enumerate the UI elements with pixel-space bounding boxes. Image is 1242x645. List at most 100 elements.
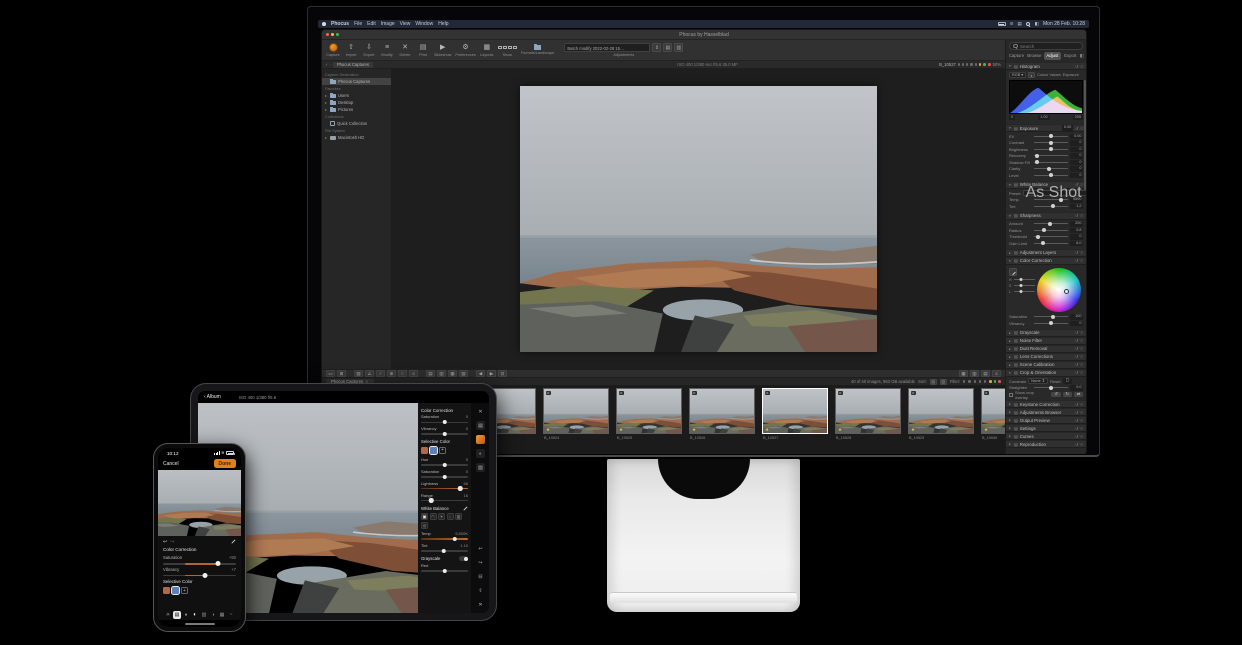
sort-desc-icon[interactable]: ▥: [940, 379, 947, 385]
menu-edit[interactable]: Edit: [367, 21, 376, 27]
sidebar-item-pictures[interactable]: ▸Pictures: [322, 106, 391, 113]
delete-icon[interactable]: ✕: [476, 600, 485, 609]
sidebar-item-users[interactable]: ▸Users: [322, 92, 391, 99]
star-icon[interactable]: ★: [619, 428, 623, 432]
slider-knob[interactable]: [215, 561, 220, 566]
slider-knob[interactable]: [1049, 173, 1053, 177]
ipad-slider-saturation[interactable]: Saturation0: [421, 414, 468, 423]
section-menu-icon[interactable]: ≡: [1081, 346, 1083, 351]
disclosure-icon[interactable]: ▾: [1009, 259, 1012, 263]
section-header-curves[interactable]: ▸▤Curves↺≡: [1006, 432, 1086, 440]
slider-knob[interactable]: [429, 498, 434, 503]
slider-knob[interactable]: [1049, 321, 1053, 325]
section-header-adjustments-browser[interactable]: ▸▤Adjustments Browser↺≡: [1006, 408, 1086, 416]
nav-forward-icon[interactable]: ›: [329, 62, 330, 67]
slider-knob[interactable]: [1047, 167, 1051, 171]
thumbnail-B_10525[interactable]: 3F★B_10525: [616, 388, 682, 448]
filter-color-2[interactable]: [998, 380, 1001, 383]
slider-track[interactable]: [421, 476, 468, 477]
slider-knob[interactable]: [458, 486, 463, 491]
slider-track[interactable]: [1034, 162, 1068, 163]
slider-track[interactable]: [1034, 155, 1068, 156]
luminosity-icon[interactable]: ◐: [1028, 72, 1035, 78]
tab-browse[interactable]: Browse: [1026, 52, 1043, 60]
zoom-level[interactable]: 50%: [993, 62, 1001, 67]
disclosure-icon[interactable]: ▸: [1009, 442, 1012, 446]
star-icon[interactable]: ★: [838, 428, 842, 432]
slider-knob[interactable]: [1059, 198, 1063, 202]
reset-icon[interactable]: ↺: [1075, 434, 1078, 439]
toolbar-item-capture[interactable]: Capture: [326, 43, 340, 57]
toolbar-item-formats[interactable]: Formats/Landscape: [521, 45, 555, 55]
wb-as-shot-icon[interactable]: ▣: [421, 513, 428, 520]
panel-scrollbar[interactable]: [1084, 80, 1087, 190]
thumbnail-B_10526[interactable]: 3F★B_10526: [689, 388, 755, 448]
section-menu-icon[interactable]: ≡: [1081, 258, 1083, 263]
slider-track[interactable]: [421, 422, 468, 423]
slider-track[interactable]: [1034, 316, 1068, 317]
section-menu-icon[interactable]: ≡: [1081, 370, 1083, 375]
slider-knob[interactable]: [1036, 235, 1040, 239]
adjust-icon[interactable]: ▤: [173, 611, 181, 619]
crop-icon[interactable]: ▧: [476, 463, 485, 472]
filter-rating-dot[interactable]: [963, 380, 965, 382]
slider-knob[interactable]: [1051, 204, 1055, 208]
reset-icon[interactable]: ↺: [1075, 338, 1078, 343]
star-icon[interactable]: ★: [546, 428, 550, 432]
iphone-slider-vibrancy[interactable]: Vibrancy+7: [163, 567, 236, 577]
disclosure-icon[interactable]: ▸: [1009, 251, 1012, 255]
paste-adjustments-icon[interactable]: ▥: [674, 43, 683, 52]
star-icon[interactable]: ★: [984, 428, 988, 432]
disclosure-icon[interactable]: ▾: [1009, 214, 1012, 218]
prev-icon[interactable]: ◀: [476, 370, 485, 377]
section-header-reproduction[interactable]: ▸▤Reproduction↺≡: [1006, 440, 1086, 448]
color-icon[interactable]: ●: [182, 611, 190, 619]
rotate-left-icon[interactable]: ↺: [1051, 392, 1060, 398]
wb-tungsten-icon[interactable]: ◌: [447, 513, 454, 520]
slider-track[interactable]: [1034, 206, 1068, 207]
grayscale-toggle[interactable]: [459, 556, 468, 561]
white-balance-icon[interactable]: ◑: [209, 611, 217, 619]
toolbar-item-print[interactable]: ▤Print: [416, 43, 430, 57]
color-swatch-1[interactable]: [430, 447, 437, 454]
overlay-checkbox[interactable]: [1009, 393, 1013, 397]
next-icon[interactable]: ▶: [487, 370, 496, 377]
reset-icon[interactable]: ↺: [1075, 330, 1078, 335]
section-header-noise-filter[interactable]: ▸▤Noise Filter↺≡: [1006, 337, 1086, 345]
slider-knob[interactable]: [441, 549, 446, 554]
crop-apply-button[interactable]: ▢: [1063, 378, 1073, 384]
slider-track[interactable]: [1034, 142, 1068, 143]
draw-icon[interactable]: ∕: [376, 370, 385, 377]
color-label-orange[interactable]: [979, 63, 982, 66]
star-icon[interactable]: ★: [692, 428, 696, 432]
slider-track[interactable]: [421, 538, 468, 539]
slider-track[interactable]: [421, 500, 468, 501]
section-menu-icon[interactable]: ≡: [1081, 354, 1083, 359]
section-header-grayscale[interactable]: ▸▤Grayscale↺≡: [1006, 329, 1086, 337]
tab-adjust[interactable]: Adjust: [1044, 52, 1061, 60]
menu-view[interactable]: View: [400, 21, 411, 27]
white-point[interactable]: 255: [1073, 115, 1083, 120]
layers-icon[interactable]: ▦: [218, 611, 226, 619]
toolbar-item-show[interactable]: Show: [498, 43, 517, 57]
section-menu-icon[interactable]: ≡: [1081, 410, 1083, 415]
slider-knob[interactable]: [442, 475, 447, 480]
slider-track[interactable]: [163, 563, 236, 565]
slider-gain-limit[interactable]: Gain Limit6.0: [1006, 240, 1086, 247]
copy-adjustments-icon[interactable]: ▤: [663, 43, 672, 52]
overlay-b-icon[interactable]: ▥: [437, 370, 446, 377]
add-swatch-button[interactable]: +: [181, 587, 188, 594]
wb-daylight-icon[interactable]: ☀: [438, 513, 445, 520]
section-header-color-correction[interactable]: ▾▤Color Correction↺≡: [1006, 257, 1086, 265]
mini-knob[interactable]: [1020, 290, 1023, 293]
reset-icon[interactable]: ↺: [1075, 354, 1078, 359]
zoom-icon[interactable]: ○: [398, 370, 407, 377]
section-header-lens-corrections[interactable]: ▸▤Lens Corrections↺≡: [1006, 353, 1086, 361]
slider-knob[interactable]: [442, 463, 447, 468]
chevron-right-icon[interactable]: ▸: [325, 100, 328, 105]
search-icon[interactable]: [1026, 22, 1031, 27]
rating-dot[interactable]: [958, 63, 960, 65]
slider-knob[interactable]: [202, 573, 207, 578]
section-header-output-preview[interactable]: ▸▤Output Preview↺≡: [1006, 416, 1086, 424]
menu-image[interactable]: Image: [381, 21, 395, 27]
